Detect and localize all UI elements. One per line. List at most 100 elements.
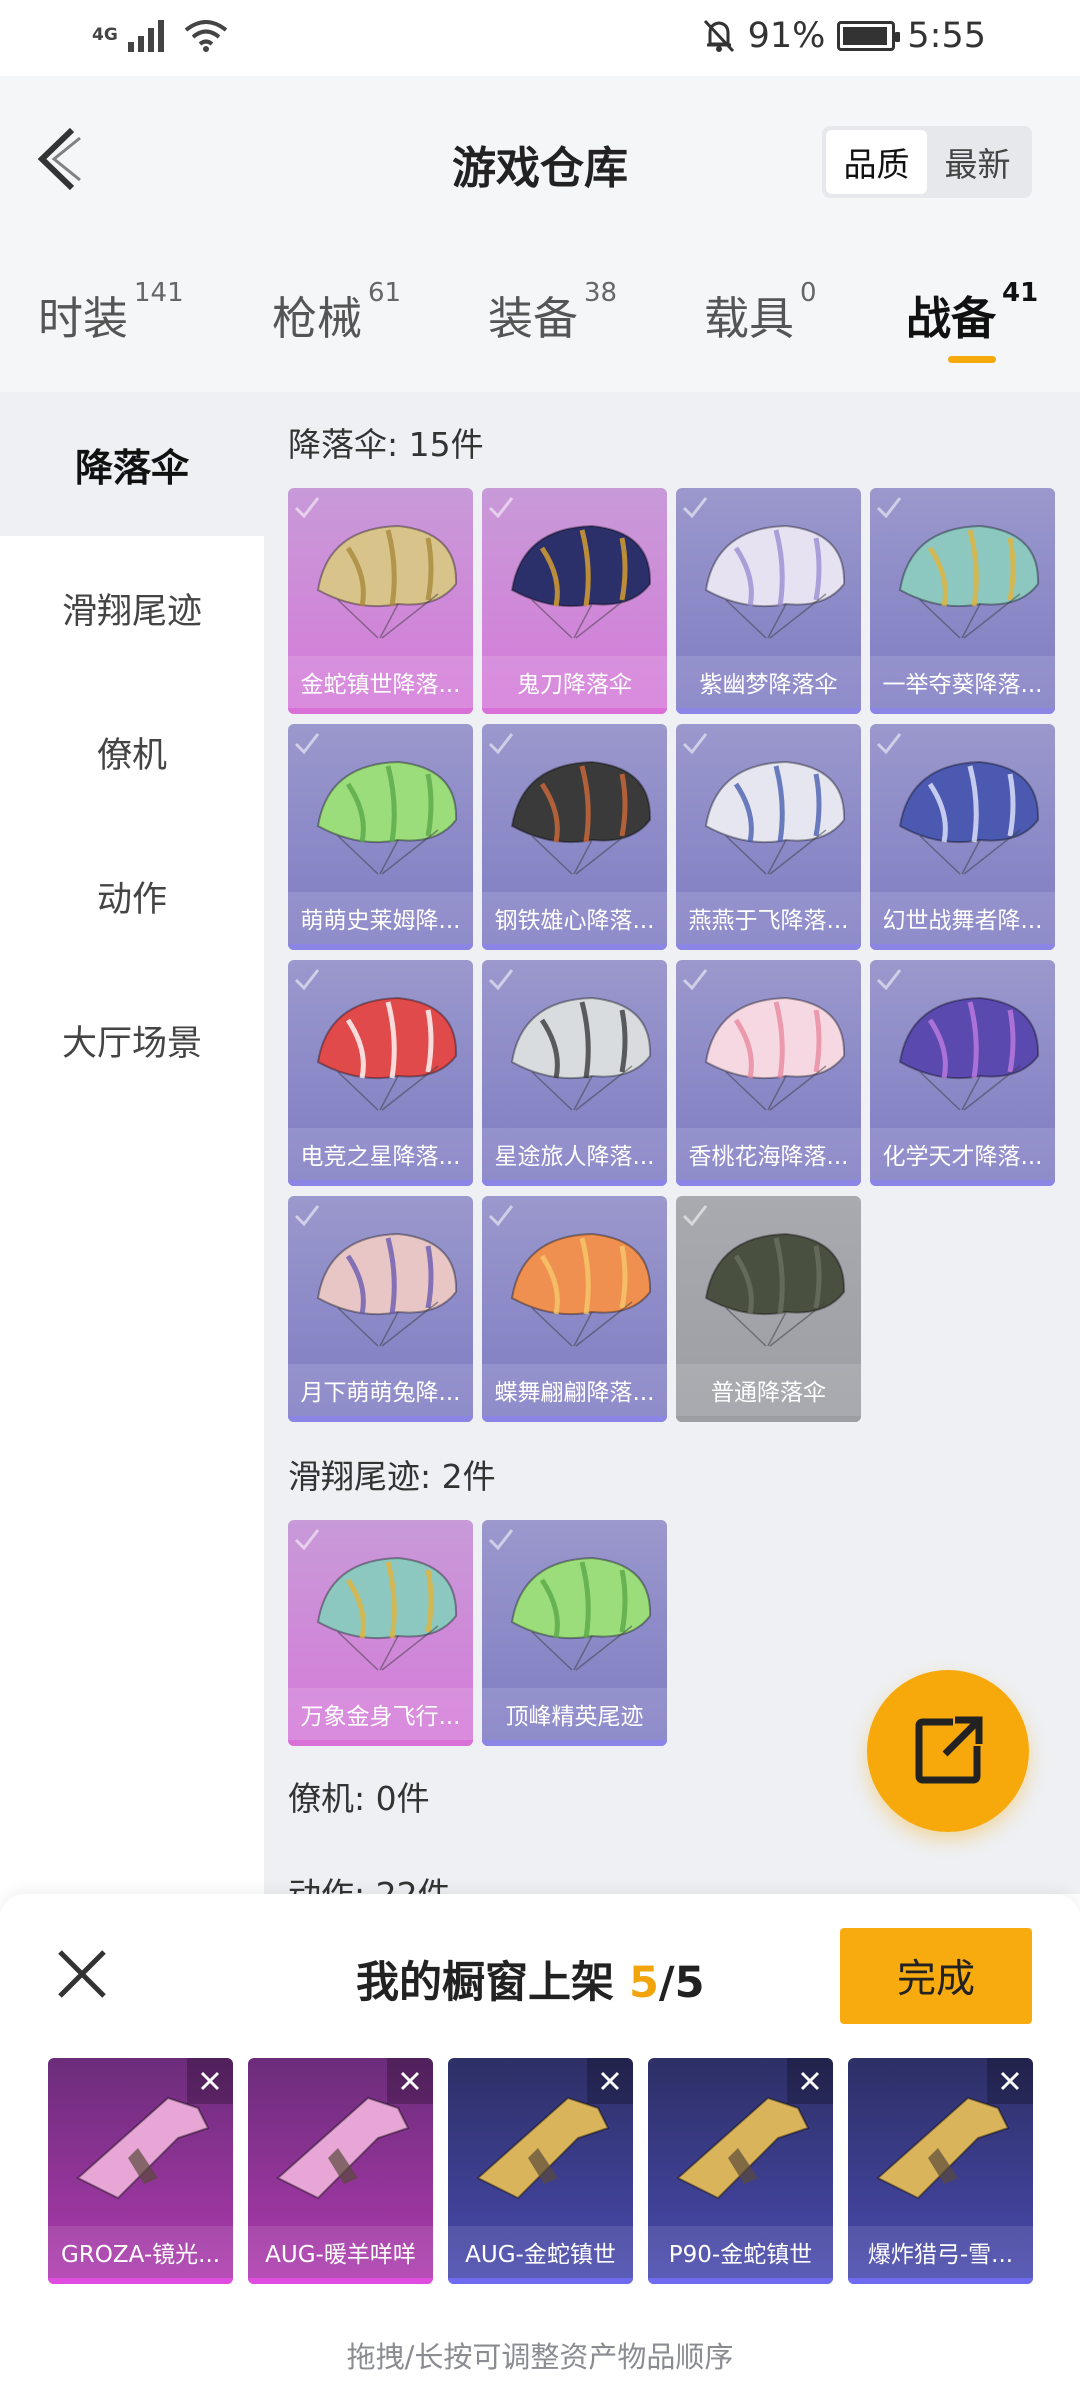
sort-quality-button[interactable]: 品质 xyxy=(826,130,927,194)
mute-bell-icon xyxy=(703,19,734,53)
item-card[interactable]: 香桃花海降落... xyxy=(676,960,861,1186)
showcase-count-separator: / xyxy=(658,1958,675,2008)
item-card[interactable]: 蝶舞翩翩降落... xyxy=(482,1196,667,1422)
item-name: 幻世战舞者降... xyxy=(870,892,1055,944)
quality-bar xyxy=(482,708,667,714)
tab-firearms[interactable]: 枪械 61 xyxy=(272,278,401,347)
item-card[interactable]: 鬼刀降落伞 xyxy=(482,488,667,714)
tab-vehicles[interactable]: 载具 0 xyxy=(704,278,817,347)
showcase-count-current: 5 xyxy=(628,1958,659,2008)
remove-icon[interactable] xyxy=(587,2058,633,2104)
sidebar-item-parachute[interactable]: 降落伞 xyxy=(0,392,264,536)
remove-icon[interactable] xyxy=(387,2058,433,2104)
item-card[interactable]: 星途旅人降落... xyxy=(482,960,667,1186)
clock: 5:55 xyxy=(907,16,986,56)
showcase-item[interactable]: P90-金蛇镇世 xyxy=(648,2058,833,2284)
item-artwork xyxy=(704,760,846,875)
showcase-item-name: GROZA-镜光... xyxy=(48,2226,233,2278)
item-artwork xyxy=(316,760,458,875)
item-name: 一举夺葵降落... xyxy=(870,656,1055,708)
showcase-count-total: 5 xyxy=(674,1958,705,2008)
item-card[interactable]: 万象金身飞行... xyxy=(288,1520,473,1746)
item-card[interactable]: 燕燕于飞降落... xyxy=(676,724,861,950)
item-name: 电竞之星降落... xyxy=(288,1128,473,1180)
wifi-icon xyxy=(184,20,228,52)
category-tabs: 时装 141 枪械 61 装备 38 载具 0 战备 41 xyxy=(0,278,1080,362)
showcase-panel: 我的橱窗上架 5/5 完成 GROZA-镜光... AUG-暖羊咩咩 AUG-金… xyxy=(0,1894,1080,2400)
item-card[interactable]: 钢铁雄心降落... xyxy=(482,724,667,950)
header: 游戏仓库 品质 最新 时装 141 枪械 61 装备 38 载具 0 战备 41 xyxy=(0,76,1080,392)
item-card[interactable]: 一举夺葵降落... xyxy=(870,488,1055,714)
remove-icon[interactable] xyxy=(987,2058,1033,2104)
item-artwork xyxy=(316,524,458,639)
item-artwork xyxy=(316,996,458,1111)
sidebar-item-lobby-scene[interactable]: 大厅场景 xyxy=(0,968,264,1112)
sidebar-item-emote[interactable]: 动作 xyxy=(0,824,264,968)
tab-count: 141 xyxy=(134,278,184,308)
item-list[interactable]: 降落伞: 15件 金蛇镇世降落... 鬼刀降落伞 紫幽梦降落伞 一举夺葵降落..… xyxy=(264,392,1080,1894)
showcase-item[interactable]: 爆炸猎弓-雪... xyxy=(848,2058,1033,2284)
quality-bar xyxy=(482,944,667,950)
signal-icon xyxy=(127,20,164,52)
showcase-item[interactable]: AUG-暖羊咩咩 xyxy=(248,2058,433,2284)
quality-bar xyxy=(870,944,1055,950)
quality-bar xyxy=(676,944,861,950)
item-card[interactable]: 电竞之星降落... xyxy=(288,960,473,1186)
sidebar-item-wingman[interactable]: 僚机 xyxy=(0,680,264,824)
tab-count: 0 xyxy=(800,278,817,308)
status-left: 4G xyxy=(92,18,228,52)
item-name: 蝶舞翩翩降落... xyxy=(482,1364,667,1416)
quality-bar xyxy=(676,1180,861,1186)
item-card[interactable]: 金蛇镇世降落... xyxy=(288,488,473,714)
item-card[interactable]: 月下萌萌兔降... xyxy=(288,1196,473,1422)
item-name: 普通降落伞 xyxy=(676,1364,861,1416)
item-card[interactable]: 普通降落伞 xyxy=(676,1196,861,1422)
sort-newest-button[interactable]: 最新 xyxy=(927,130,1028,194)
done-button[interactable]: 完成 xyxy=(840,1928,1032,2024)
tab-label: 载具 xyxy=(704,292,795,345)
item-artwork xyxy=(704,996,846,1111)
quality-bar xyxy=(288,1740,473,1746)
item-name: 燕燕于飞降落... xyxy=(676,892,861,944)
showcase-title-text: 我的橱窗上架 xyxy=(356,1958,629,2008)
item-name: 萌萌史莱姆降... xyxy=(288,892,473,944)
showcase-title: 我的橱窗上架 5/5 xyxy=(356,1948,705,2010)
close-icon[interactable] xyxy=(54,1946,110,2002)
showcase-item-name: AUG-金蛇镇世 xyxy=(448,2226,633,2278)
item-artwork xyxy=(898,524,1040,639)
sidebar-item-glide-trail[interactable]: 滑翔尾迹 xyxy=(0,536,264,680)
quality-bar xyxy=(288,1180,473,1186)
remove-icon[interactable] xyxy=(787,2058,833,2104)
item-card[interactable]: 萌萌史莱姆降... xyxy=(288,724,473,950)
quality-bar xyxy=(482,1740,667,1746)
tab-fashion[interactable]: 时装 141 xyxy=(38,278,184,347)
section-title-trail: 滑翔尾迹: 2件 xyxy=(288,1457,496,1496)
item-card[interactable]: 幻世战舞者降... xyxy=(870,724,1055,950)
quality-bar xyxy=(288,1416,473,1422)
item-card[interactable]: 化学天才降落... xyxy=(870,960,1055,1186)
share-export-icon xyxy=(915,1716,983,1784)
section-title-wingman: 僚机: 0件 xyxy=(288,1779,430,1818)
showcase-item[interactable]: GROZA-镜光... xyxy=(48,2058,233,2284)
tab-war-prep[interactable]: 战备 41 xyxy=(906,278,1038,347)
quality-bar xyxy=(482,1416,667,1422)
share-button[interactable] xyxy=(867,1670,1029,1832)
item-artwork xyxy=(704,524,846,639)
showcase-item-name: 爆炸猎弓-雪... xyxy=(848,2226,1033,2278)
tab-count: 38 xyxy=(584,278,618,308)
item-artwork xyxy=(316,1232,458,1347)
item-name: 万象金身飞行... xyxy=(288,1688,473,1740)
tab-label: 时装 xyxy=(38,292,129,345)
status-right: 91% 5:55 xyxy=(702,16,986,56)
item-name: 顶峰精英尾迹 xyxy=(482,1688,667,1740)
tab-equipment[interactable]: 装备 38 xyxy=(488,278,617,347)
category-sidebar: 降落伞 滑翔尾迹 僚机 动作 大厅场景 xyxy=(0,392,264,1894)
item-artwork xyxy=(510,1232,652,1347)
item-card[interactable]: 紫幽梦降落伞 xyxy=(676,488,861,714)
remove-icon[interactable] xyxy=(187,2058,233,2104)
item-card[interactable]: 顶峰精英尾迹 xyxy=(482,1520,667,1746)
item-artwork xyxy=(898,996,1040,1111)
item-name: 鬼刀降落伞 xyxy=(482,656,667,708)
showcase-item[interactable]: AUG-金蛇镇世 xyxy=(448,2058,633,2284)
status-bar: 4G 91% 5:55 xyxy=(0,0,1080,76)
